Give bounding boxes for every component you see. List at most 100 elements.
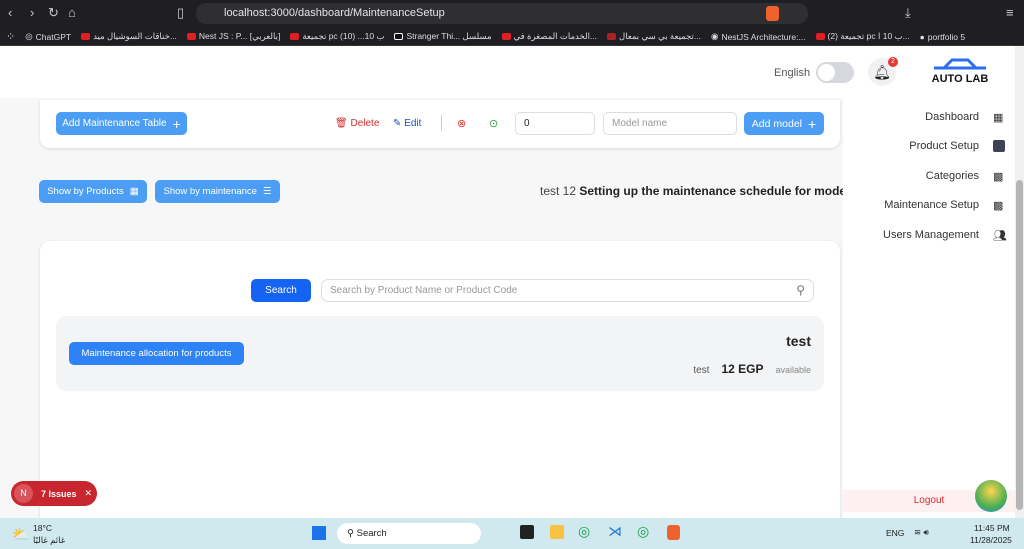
products-card: Search Search by Product Name or Product…	[40, 241, 840, 531]
bookmark[interactable]: الخدمات المصغرة في...	[501, 31, 598, 42]
bookmarks-bar: ⁘ ◎ ChatGPT خناقات السوشيال ميد... Nest …	[0, 28, 1024, 46]
brave-icon[interactable]	[667, 525, 680, 540]
show-by-products-button[interactable]: Show by Products ▦	[39, 180, 147, 203]
count-input[interactable]: 0	[515, 112, 595, 135]
sidebar-item-categories[interactable]: Categories ▩	[925, 170, 1005, 183]
nextjs-icon: N	[14, 484, 33, 503]
plus-icon: +	[808, 115, 817, 132]
toolbar-card: Add Maintenance Table + 🗑︎ Delete ✎ Edit …	[40, 100, 840, 148]
vscode-icon[interactable]: ⋊	[608, 523, 622, 540]
product-meta: test 12 EGP available	[693, 362, 811, 376]
logout-label: Logout	[913, 495, 945, 506]
bookmark-label: تجميعة بي سي بمعال...	[619, 31, 702, 41]
language-indicator[interactable]: ENG	[886, 528, 904, 538]
button-label: Edit	[404, 118, 422, 129]
notification-badge: 2	[888, 57, 898, 67]
trash-icon: 🗑︎	[335, 118, 348, 129]
clock-time[interactable]: 11:45 PM	[974, 523, 1010, 533]
bookmark[interactable]: تجميعة pc ب 10... (10)	[290, 31, 384, 42]
home-icon[interactable]: ⌂	[68, 5, 76, 20]
cancel-icon[interactable]: ⊗	[457, 117, 466, 130]
search-icon[interactable]: ⚲	[796, 283, 805, 297]
sidebar-item-label: Users Management	[883, 229, 979, 241]
bookmark[interactable]: ◉ NestJS Architecture:...	[711, 31, 806, 42]
page-heading: test 12 Setting up the maintenance sched…	[540, 184, 853, 198]
apps-icon[interactable]: ⁘	[6, 30, 15, 43]
avatar[interactable]	[975, 480, 1007, 512]
whatsapp-icon[interactable]: ◎	[578, 523, 590, 540]
sidebar: Dashboard ▦ Product Setup Categories ▩ Mai…	[843, 98, 1015, 518]
box-icon	[993, 140, 1005, 152]
sidebar-item-label: Categories	[925, 170, 979, 182]
url-text: localhost:3000/dashboard/MaintenanceSetu…	[224, 7, 445, 19]
back-icon[interactable]: ‹	[8, 5, 12, 20]
address-bar[interactable]: localhost:3000/dashboard/MaintenanceSetu…	[196, 3, 808, 24]
bookmark[interactable]: Nest JS : P... [بالعربي]	[186, 31, 280, 42]
product-price: 12 EGP	[721, 362, 764, 376]
issues-badge[interactable]: N 7 Issues ✕	[11, 481, 97, 506]
whatsapp-icon[interactable]: ◎	[637, 523, 649, 540]
confirm-icon[interactable]: ⊙	[489, 117, 498, 130]
top-header: English 🔔︎ 2 AUTO LAB	[0, 46, 1015, 98]
autolab-logo[interactable]: AUTO LAB	[930, 58, 990, 88]
dashboard-icon: ▦	[993, 112, 1004, 124]
bookmark-label: الخدمات المصغرة في...	[513, 31, 598, 41]
scrollbar-thumb[interactable]	[1016, 180, 1023, 510]
search-button[interactable]: Search	[251, 279, 311, 302]
sidebar-item-product-setup[interactable]: Product Setup	[909, 140, 1005, 152]
plus-icon: +	[172, 115, 181, 132]
bookmark[interactable]: تجميعة بي سي بمعال...	[607, 31, 701, 42]
box-icon: ▦	[129, 186, 139, 197]
sidebar-item-dashboard[interactable]: Dashboard ▦	[925, 111, 1005, 124]
button-label: Show by maintenance	[163, 186, 257, 197]
button-label: Show by Products	[47, 186, 124, 197]
taskbar-search[interactable]: ⚲ Search	[337, 523, 481, 544]
menu-icon[interactable]: ≡	[1006, 5, 1014, 20]
windows-start-icon[interactable]	[312, 526, 326, 540]
bookmark[interactable]: ◎ ChatGPT	[25, 31, 71, 42]
search-input[interactable]: Search by Product Name or Product Code ⚲	[321, 279, 814, 302]
bookmark-label: Stranger Thi... مسلسل	[406, 31, 492, 41]
maintenance-allocation-button[interactable]: Maintenance allocation for products	[69, 342, 244, 365]
bookmark-label: portfolio 5	[927, 31, 966, 42]
add-maintenance-table-button[interactable]: Add Maintenance Table +	[56, 112, 187, 135]
model-name-input[interactable]: Model name	[603, 112, 737, 135]
sidebar-item-label: Dashboard	[925, 111, 979, 123]
clock-date[interactable]: 11/28/2025	[970, 535, 1012, 545]
users-icon: 👥︎	[993, 230, 1007, 242]
brave-shield-icon[interactable]	[766, 6, 779, 21]
weather-icon: ⛅	[12, 526, 30, 542]
sidebar-item-users-management[interactable]: Users Management 👥︎	[883, 229, 1007, 242]
product-row: Maintenance allocation for products test…	[56, 316, 824, 391]
show-by-maintenance-button[interactable]: Show by maintenance ☰	[155, 180, 280, 203]
close-icon[interactable]: ✕	[85, 488, 93, 499]
input-value: 0	[524, 118, 530, 129]
terminal-icon[interactable]	[520, 525, 534, 539]
bookmark-label: (2) تجميعة pc ب 10 ا...	[827, 31, 910, 41]
delete-button[interactable]: 🗑︎ Delete	[335, 118, 379, 129]
sidebar-item-label: Product Setup	[909, 140, 979, 152]
bookmark-label: تجميعة pc ب 10... (10)	[302, 31, 385, 41]
download-icon[interactable]: ⤓	[905, 5, 911, 21]
wifi-icon[interactable]: ≋ 🔊︎	[914, 527, 929, 538]
language-toggle[interactable]	[816, 62, 854, 83]
sidebar-item-maintenance-setup[interactable]: Maintenance Setup ▩	[884, 199, 1005, 212]
file-explorer-icon[interactable]	[550, 525, 564, 539]
reload-icon[interactable]: ↻	[48, 5, 59, 21]
edit-button[interactable]: ✎ Edit	[393, 118, 421, 129]
grid-icon: ▩	[993, 171, 1004, 183]
button-label: Delete	[350, 118, 380, 129]
bookmark-icon[interactable]: ▯	[177, 5, 184, 21]
product-status: available	[775, 365, 811, 375]
bookmark[interactable]: (2) تجميعة pc ب 10 ا...	[815, 31, 910, 42]
heading-text: Setting up the maintenance schedule for …	[579, 184, 854, 198]
add-model-button[interactable]: Add model +	[744, 112, 824, 135]
button-label: Add model	[751, 117, 802, 130]
language-label: English	[774, 67, 811, 79]
bookmark[interactable]: خناقات السوشيال ميد...	[81, 31, 177, 42]
bookmark[interactable]: Stranger Thi... مسلسل	[394, 31, 492, 42]
input-placeholder: Search by Product Name or Product Code	[330, 285, 518, 296]
bookmark[interactable]: ● portfolio 5	[920, 32, 965, 42]
forward-icon[interactable]: ›	[30, 5, 34, 20]
search-icon: ⚲	[347, 528, 354, 539]
